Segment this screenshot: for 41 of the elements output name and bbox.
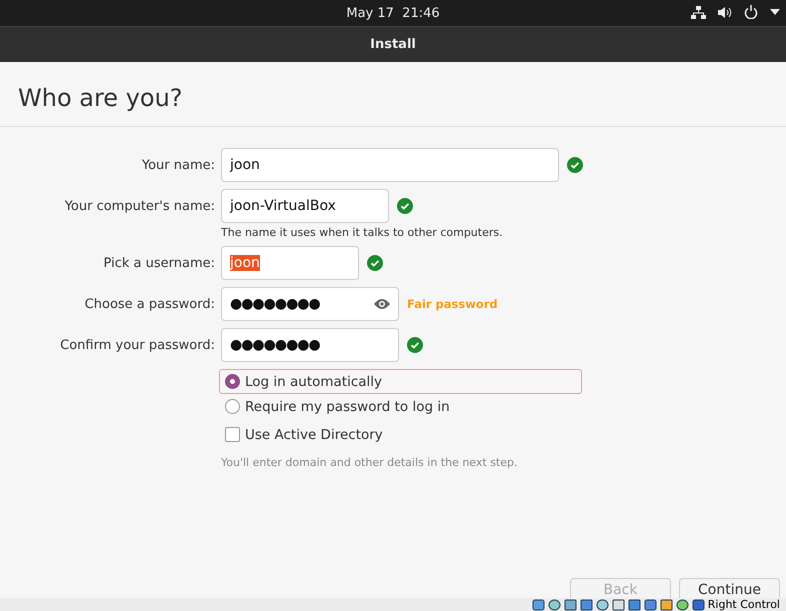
continue-button[interactable]: Continue [679, 578, 780, 598]
checkmark-icon [397, 198, 413, 214]
field-label: Pick a username: [102, 256, 215, 270]
vm-status-icon [532, 598, 545, 610]
input-field[interactable]: joon-VirtualBox [221, 189, 389, 223]
input-field[interactable]: ●●●●●●●● [221, 328, 399, 362]
eye-icon[interactable] [374, 299, 390, 309]
input-field[interactable]: joon [221, 148, 559, 182]
checkmark-icon [367, 255, 383, 271]
checkmark-icon [567, 157, 583, 173]
field-label: Choose a password: [84, 296, 215, 312]
password-strength: Fair password [407, 297, 498, 311]
vm-status-icon [676, 598, 689, 610]
field-label: Your name: [140, 158, 215, 172]
radio-option[interactable]: Log in automatically [219, 369, 582, 394]
checkbox-option[interactable]: Use Active Directory [219, 422, 582, 447]
clock[interactable]: May 17 21:46 [346, 6, 440, 20]
volume-icon[interactable] [718, 6, 732, 18]
checkmark-icon [407, 337, 423, 353]
note-text: You'll enter domain and other details in the next step. [221, 456, 518, 469]
vm-status-icon [564, 598, 577, 610]
vm-status-icon [596, 598, 609, 610]
network-icon[interactable] [691, 6, 706, 18]
vm-status-icon [660, 598, 673, 610]
vm-status-icon [580, 598, 593, 610]
window-title: Install [370, 37, 416, 52]
vm-status-icon [548, 598, 561, 610]
input-field[interactable]: joon [221, 246, 359, 280]
radio-option[interactable]: Require my password to log in [219, 394, 582, 419]
field-label: Your computer's name: [64, 198, 215, 214]
vm-status-icon [692, 598, 705, 610]
page-heading: Who are you? [0, 62, 786, 127]
host-key-label: Right Control [708, 598, 780, 611]
vm-status-icon [644, 598, 657, 610]
dropdown-icon[interactable] [770, 9, 780, 15]
vm-status-icon [628, 598, 641, 610]
power-icon[interactable] [744, 5, 758, 19]
field-label: Confirm your password: [59, 338, 215, 352]
field-hint: The name it uses when it talks to other computers. [221, 226, 504, 239]
vm-status-icon [612, 598, 625, 610]
input-field[interactable]: ●●●●●●●● [221, 287, 399, 321]
